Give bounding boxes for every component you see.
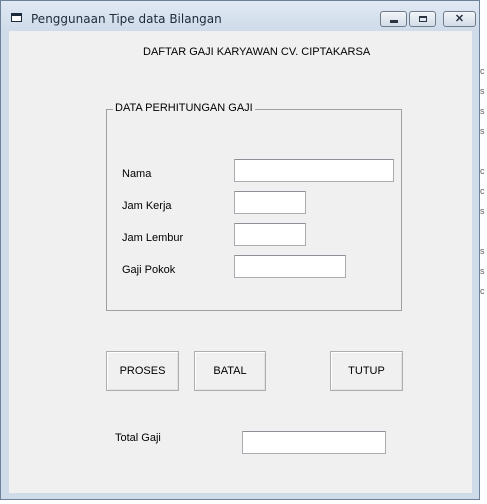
form-window: Penggunaan Tipe data Bilangan ✕ DAFTAR G… bbox=[0, 0, 480, 500]
total-gaji-input[interactable] bbox=[242, 431, 386, 454]
background-char: c bbox=[480, 186, 485, 196]
minimize-button[interactable] bbox=[380, 11, 407, 27]
form-client-area: DAFTAR GAJI KARYAWAN CV. CIPTAKARSA DATA… bbox=[9, 31, 472, 493]
background-window-edge: c s s s c c s s s c bbox=[480, 0, 487, 504]
minimize-icon bbox=[389, 20, 398, 23]
jam-lembur-input[interactable] bbox=[234, 223, 306, 246]
jam-kerja-label: Jam Kerja bbox=[122, 200, 172, 212]
background-char: s bbox=[480, 86, 485, 96]
nama-label: Nama bbox=[122, 168, 152, 180]
background-char: c bbox=[480, 66, 485, 76]
tutup-button[interactable]: TUTUP bbox=[330, 351, 403, 391]
maximize-icon bbox=[418, 16, 427, 22]
jam-lembur-label: Jam Lembur bbox=[122, 232, 184, 244]
background-char: c bbox=[480, 166, 485, 176]
gaji-pokok-label: Gaji Pokok bbox=[122, 264, 176, 276]
close-icon: ✕ bbox=[454, 13, 465, 25]
background-char: s bbox=[480, 126, 485, 136]
title-bar[interactable]: Penggunaan Tipe data Bilangan ✕ bbox=[1, 1, 479, 31]
total-gaji-label: Total Gaji bbox=[115, 432, 161, 444]
proses-button[interactable]: PROSES bbox=[106, 351, 179, 391]
background-char: s bbox=[480, 246, 485, 256]
background-char: s bbox=[480, 106, 485, 116]
background-char: s bbox=[480, 266, 485, 276]
maximize-button[interactable] bbox=[409, 11, 436, 27]
batal-button[interactable]: BATAL bbox=[194, 351, 266, 391]
group-legend: DATA PERHITUNGAN GAJI bbox=[113, 102, 255, 114]
close-button[interactable]: ✕ bbox=[443, 11, 476, 27]
background-char: s bbox=[480, 206, 485, 216]
gaji-pokok-input[interactable] bbox=[234, 255, 346, 278]
form-icon[interactable] bbox=[11, 13, 22, 22]
window-title: Penggunaan Tipe data Bilangan bbox=[31, 12, 222, 26]
jam-kerja-input[interactable] bbox=[234, 191, 306, 214]
nama-input[interactable] bbox=[234, 159, 394, 182]
background-char: c bbox=[480, 286, 485, 296]
form-heading: DAFTAR GAJI KARYAWAN CV. CIPTAKARSA bbox=[143, 46, 371, 58]
